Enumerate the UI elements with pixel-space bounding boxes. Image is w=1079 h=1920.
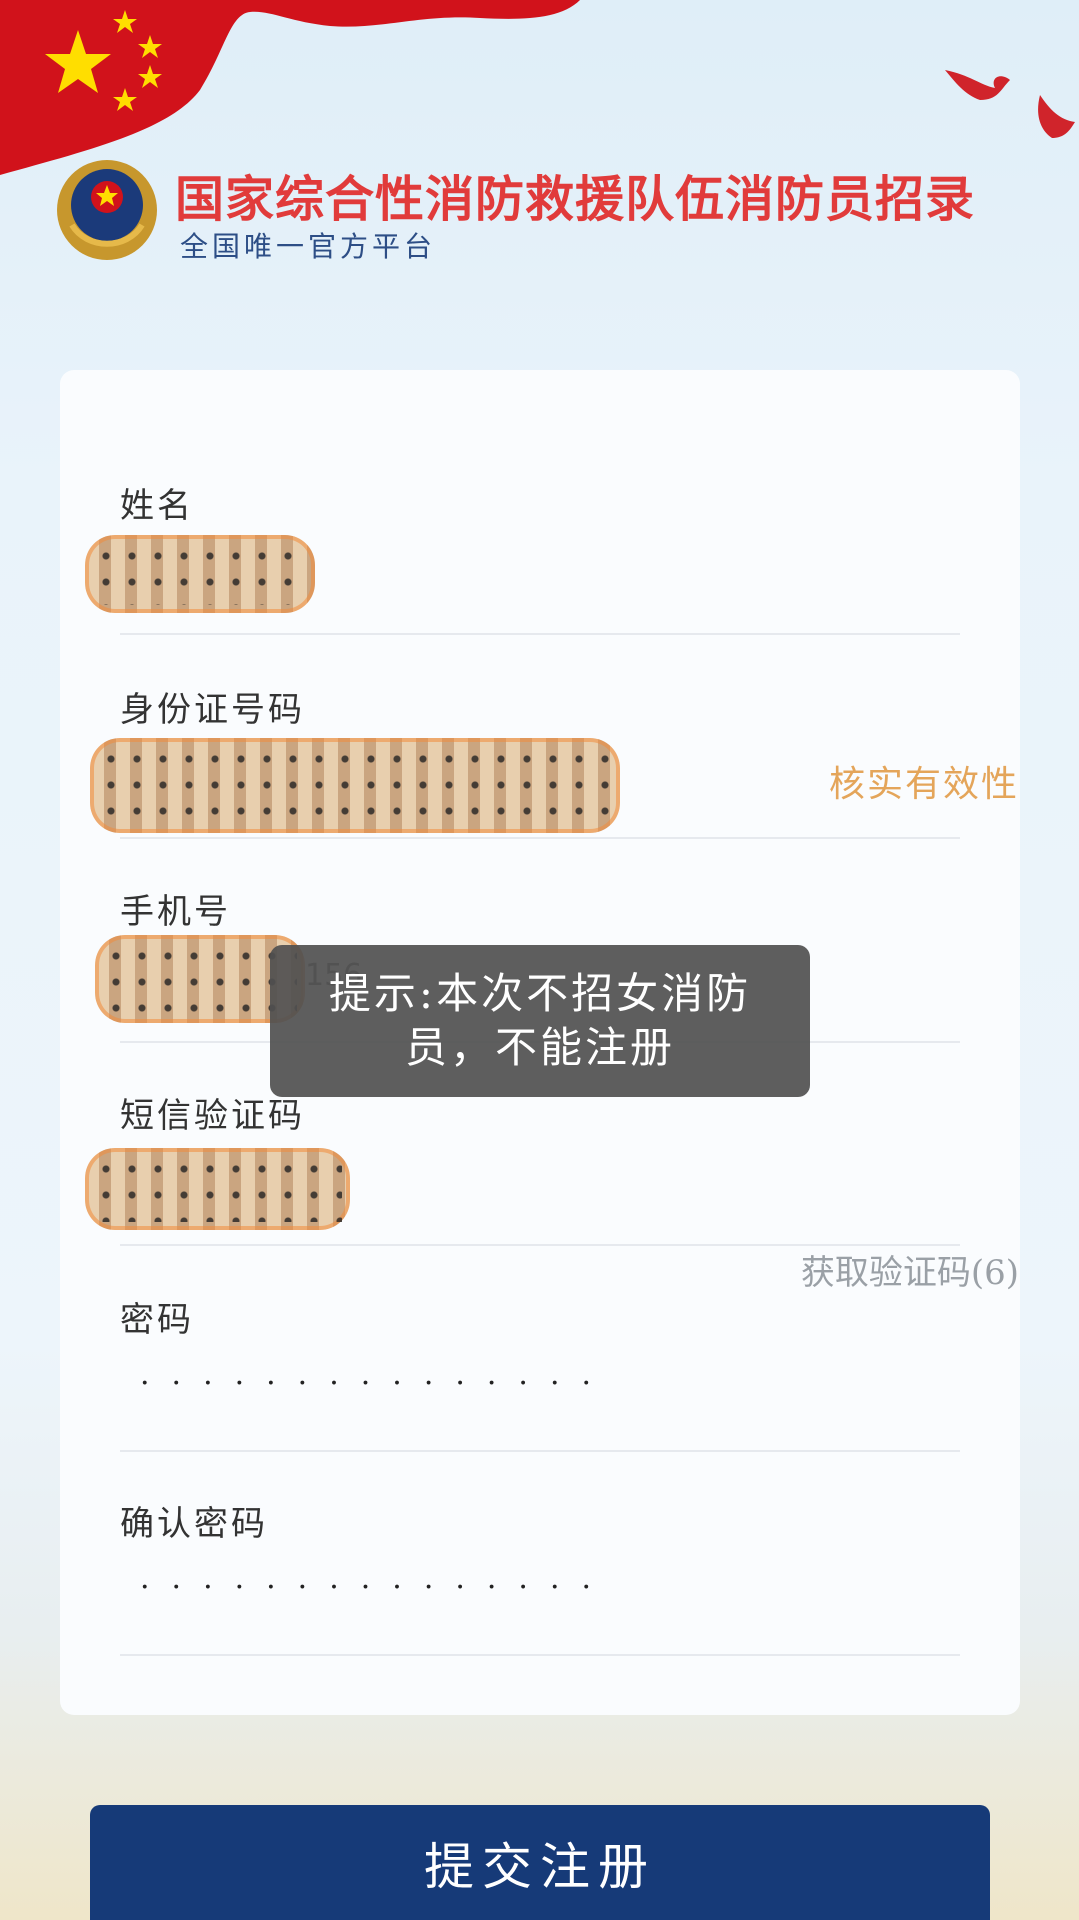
submit-label: 提交注册 [424,1837,656,1896]
page-title: 国家综合性消防救援队伍消防员招录 [175,171,976,228]
phone-field[interactable]: 手机号 [120,884,960,933]
redacted-id-number [90,738,620,833]
id-number-label: 身份证号码 [120,690,305,730]
verify-id-link[interactable]: 核实有效性 [829,755,1019,807]
redacted-name [85,535,315,613]
toast-message: 提示:本次不招女消防员，不能注册 [328,969,752,1072]
confirm-password-divider [120,1654,960,1656]
submit-register-button[interactable]: 提交注册 [90,1805,990,1920]
redacted-sms-code [85,1148,350,1230]
password-divider [120,1450,960,1452]
confirm-password-input[interactable]: ··············· [140,1570,613,1605]
confirm-password-field[interactable]: 确认密码 [120,1496,960,1545]
doves-decoration [945,70,1075,138]
get-code-button[interactable]: 获取验证码(6) [801,1245,1019,1294]
name-label: 姓名 [120,486,194,526]
name-divider [120,633,960,635]
page-subtitle: 全国唯一官方平台 [180,230,437,263]
id-divider [120,837,960,839]
confirm-password-label: 确认密码 [120,1504,268,1544]
error-toast: 提示:本次不招女消防员，不能注册 [270,945,810,1097]
id-number-field[interactable]: 身份证号码 [120,682,960,731]
password-field[interactable]: 密码 [120,1292,960,1341]
password-label: 密码 [120,1300,194,1340]
password-input[interactable]: ··············· [140,1366,613,1401]
fire-rescue-emblem [57,160,157,260]
name-field[interactable]: 姓名 [120,478,960,527]
phone-label: 手机号 [120,892,231,932]
flag-banner [0,0,580,175]
